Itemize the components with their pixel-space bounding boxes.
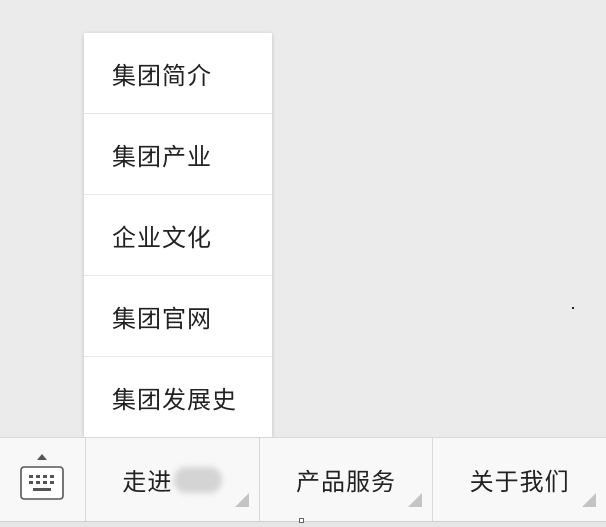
submenu-indicator-icon [582, 493, 597, 507]
submenu-item-label: 企业文化 [112, 223, 212, 252]
menu-button-label: 产品服务 [296, 468, 396, 496]
submenu-item-corporate-culture[interactable]: 企业文化 [84, 195, 272, 276]
submenu-popup: 集团简介 集团产业 企业文化 集团官网 集团发展史 [84, 33, 272, 437]
chat-area: 集团简介 集团产业 企业文化 集团官网 集团发展史 走进 产品服务 关于我们 [0, 0, 606, 527]
menu-button-label: 关于我们 [469, 468, 570, 496]
redacted-text [174, 466, 223, 493]
bottom-menu-bar: 走进 产品服务 关于我们 [0, 437, 606, 521]
submenu-item-official-site[interactable]: 集团官网 [84, 276, 272, 357]
submenu-item-label: 集团产业 [112, 142, 212, 171]
submenu-item-group-intro[interactable]: 集团简介 [84, 33, 272, 114]
stray-dot [572, 307, 574, 309]
submenu-item-group-industry[interactable]: 集团产业 [84, 114, 272, 195]
submenu-item-label: 集团简介 [112, 61, 212, 90]
keyboard-icon [20, 466, 64, 500]
caret-up-icon [37, 454, 47, 460]
submenu-item-label: 集团发展史 [112, 385, 237, 414]
submenu-item-history[interactable]: 集团发展史 [84, 357, 272, 437]
menu-button-products-services[interactable]: 产品服务 [260, 438, 434, 521]
keyboard-toggle-button[interactable] [0, 438, 86, 521]
submenu-indicator-icon [234, 493, 249, 507]
menu-button-about-group[interactable]: 走进 [86, 438, 260, 521]
resize-handle[interactable] [299, 518, 304, 523]
submenu-item-label: 集团官网 [112, 304, 212, 333]
submenu-indicator-icon [408, 493, 423, 507]
menu-button-label: 走进 [122, 468, 173, 496]
menu-button-about-us[interactable]: 关于我们 [433, 438, 606, 521]
